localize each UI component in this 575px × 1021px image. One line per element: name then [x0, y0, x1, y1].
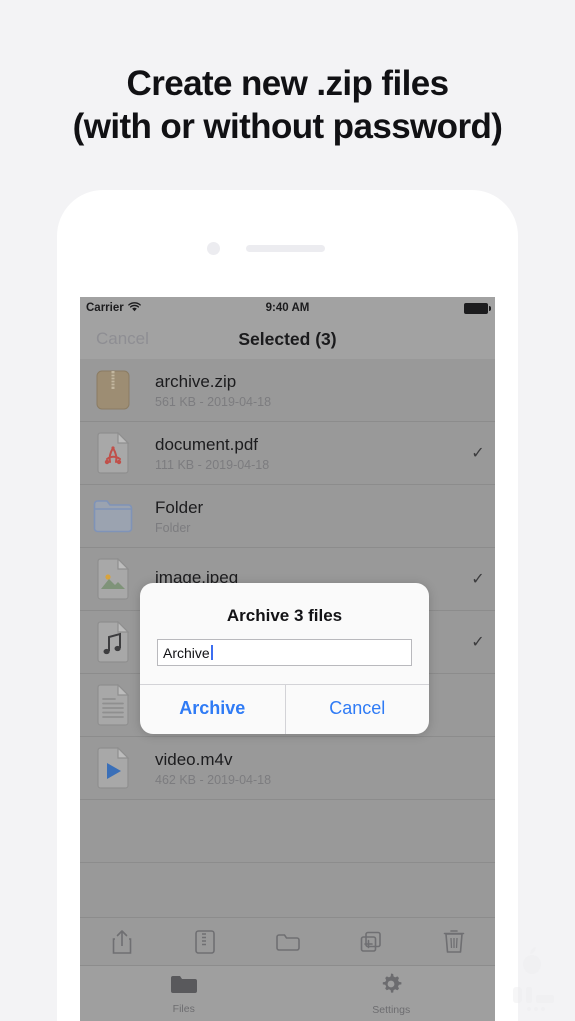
- list-item-text: archive.zip 561 KB - 2019-04-18: [155, 371, 461, 409]
- headline-line-1: Create new .zip files: [126, 64, 450, 103]
- file-detail: 561 KB - 2019-04-18: [155, 395, 272, 410]
- text-cursor: [210, 645, 213, 660]
- tab-settings-label: Settings: [372, 1003, 411, 1016]
- tab-files[interactable]: Files: [80, 966, 288, 1021]
- status-bar: Carrier 9:40 AM: [80, 297, 495, 319]
- selection-checkmark: ✓: [471, 445, 485, 462]
- image-file-icon: [91, 557, 135, 601]
- battery-full-icon: [464, 302, 491, 314]
- list-item-text: document.pdf 111 KB - 2019-04-18: [155, 434, 461, 472]
- text-file-icon: [91, 683, 135, 727]
- audio-file-icon: [91, 620, 135, 664]
- file-detail: 462 KB - 2019-04-18: [155, 773, 272, 788]
- archive-name-input[interactable]: Archive: [157, 639, 412, 666]
- page-title: Create new .zip files (with or without p…: [0, 62, 575, 148]
- dialog-archive-button[interactable]: Archive: [140, 685, 285, 734]
- gear-tab-icon: [379, 972, 403, 1001]
- status-bar-time: 9:40 AM: [265, 302, 310, 314]
- list-item[interactable]: document.pdf 111 KB - 2019-04-18 ✓: [80, 422, 495, 485]
- share-icon[interactable]: [100, 925, 144, 959]
- file-detail: Folder: [155, 521, 191, 536]
- phone-speaker: [246, 245, 325, 252]
- dialog-cancel-button[interactable]: Cancel: [284, 685, 430, 734]
- list-item[interactable]: Folder Folder ✓: [80, 485, 495, 548]
- trash-icon[interactable]: [432, 925, 476, 959]
- tab-settings[interactable]: Settings: [288, 966, 496, 1021]
- app-store-screenshot: Create new .zip files (with or without p…: [0, 0, 575, 1021]
- selection-checkmark: ✓: [471, 571, 485, 588]
- list-item-placeholder: [80, 800, 495, 863]
- phone-camera: [207, 242, 220, 255]
- archive-name-value: Archive: [163, 644, 210, 661]
- headline-line-2: (with or without password): [72, 107, 503, 147]
- dialog-actions: Archive Cancel: [140, 684, 429, 734]
- dialog-field-wrap: Archive: [140, 639, 429, 684]
- video-file-icon: [91, 746, 135, 790]
- file-name: document.pdf: [155, 434, 259, 454]
- navigation-bar: Cancel Selected (3): [80, 319, 495, 359]
- zip-compress-icon[interactable]: [183, 925, 227, 959]
- file-detail: 111 KB - 2019-04-18: [155, 458, 270, 473]
- folder-icon: [91, 494, 135, 538]
- folder-tab-icon: [170, 973, 198, 1000]
- list-item-text: Folder Folder: [155, 497, 461, 535]
- list-item-text: video.m4v 462 KB - 2019-04-18: [155, 749, 461, 787]
- tab-bar: Files Settings: [80, 965, 495, 1021]
- file-name: Folder: [155, 497, 204, 517]
- dialog-title: Archive 3 files: [226, 606, 343, 625]
- list-item[interactable]: archive.zip 561 KB - 2019-04-18 ✓: [80, 359, 495, 422]
- new-folder-icon[interactable]: [266, 925, 310, 959]
- duplicate-icon[interactable]: [349, 925, 393, 959]
- archive-dialog: Archive 3 files Archive Archive Cancel: [140, 583, 429, 734]
- watermark: [495, 943, 569, 1019]
- file-name: archive.zip: [155, 371, 237, 391]
- nav-cancel-button[interactable]: Cancel: [96, 329, 149, 349]
- list-item[interactable]: video.m4v 462 KB - 2019-04-18 ✓: [80, 737, 495, 800]
- zip-file-icon: [91, 368, 135, 412]
- selection-checkmark: ✓: [471, 634, 485, 651]
- tab-files-label: Files: [172, 1002, 195, 1015]
- action-toolbar: [80, 917, 495, 965]
- file-name: video.m4v: [155, 749, 233, 769]
- status-bar-right: [464, 302, 491, 314]
- pdf-file-icon: [91, 431, 135, 475]
